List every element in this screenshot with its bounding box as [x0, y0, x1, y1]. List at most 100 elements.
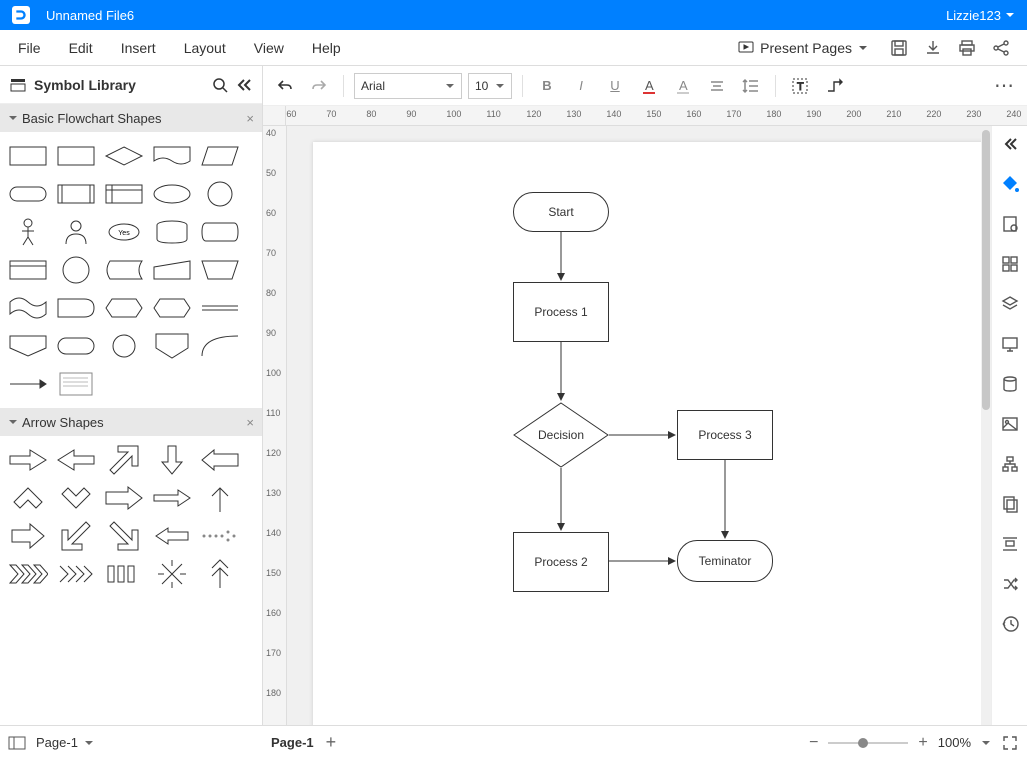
- shape-arrow-left-wide[interactable]: [198, 444, 242, 476]
- shape-arrow-right[interactable]: [6, 444, 50, 476]
- shape-arrow-block-right[interactable]: [6, 520, 50, 552]
- tree-icon[interactable]: [998, 452, 1022, 476]
- menu-help[interactable]: Help: [298, 30, 355, 66]
- present-pages-button[interactable]: Present Pages: [729, 35, 877, 61]
- undo-button[interactable]: [271, 72, 299, 100]
- shuffle-icon[interactable]: [998, 572, 1022, 596]
- shape-arrow-small[interactable]: [6, 368, 50, 400]
- shape-process[interactable]: [6, 140, 50, 172]
- more-options-button[interactable]: ⋯: [991, 72, 1019, 100]
- panel-arrow-shapes[interactable]: Arrow Shapes ×: [0, 408, 262, 436]
- shape-predefined[interactable]: [54, 178, 98, 210]
- align-button[interactable]: [703, 72, 731, 100]
- bold-button[interactable]: B: [533, 72, 561, 100]
- zoom-in-button[interactable]: +: [918, 734, 927, 752]
- shape-manual-input[interactable]: [150, 254, 194, 286]
- line-spacing-button[interactable]: [737, 72, 765, 100]
- shape-arrow-down[interactable]: [150, 444, 194, 476]
- presentation-icon[interactable]: [998, 332, 1022, 356]
- shape-arrow-downright[interactable]: [102, 520, 146, 552]
- shape-stripes-right[interactable]: [54, 558, 98, 590]
- menu-insert[interactable]: Insert: [107, 30, 170, 66]
- collapse-sidebar-icon[interactable]: [236, 77, 252, 93]
- shape-yes-label[interactable]: Yes: [102, 216, 146, 248]
- shape-database[interactable]: [150, 216, 194, 248]
- shape-ellipse[interactable]: [150, 178, 194, 210]
- shape-manual-op[interactable]: [198, 254, 242, 286]
- shape-document[interactable]: [150, 140, 194, 172]
- shape-connector-line[interactable]: [198, 292, 242, 324]
- shape-circle[interactable]: [198, 178, 242, 210]
- shape-bars[interactable]: [102, 558, 146, 590]
- layers-icon[interactable]: [998, 292, 1022, 316]
- font-color-button[interactable]: A: [635, 72, 663, 100]
- shape-arrow-left[interactable]: [54, 444, 98, 476]
- share-icon[interactable]: [989, 36, 1013, 60]
- canvas-scrollbar[interactable]: [981, 126, 991, 725]
- outline-icon[interactable]: [8, 736, 26, 750]
- align-distribute-icon[interactable]: [998, 532, 1022, 556]
- shape-internal-storage[interactable]: [102, 178, 146, 210]
- page-select[interactable]: Page-1: [36, 735, 94, 750]
- app-logo-icon[interactable]: [12, 6, 30, 24]
- shape-preparation[interactable]: [102, 292, 146, 324]
- user-menu[interactable]: Lizzie123: [946, 8, 1015, 23]
- shape-arrow-right-thin[interactable]: [150, 482, 194, 514]
- text-tool-button[interactable]: T: [786, 72, 814, 100]
- page-setup-icon[interactable]: [998, 212, 1022, 236]
- add-page-button[interactable]: +: [326, 732, 337, 753]
- shape-dotted-arrow[interactable]: [198, 520, 242, 552]
- shape-arrow-downleft[interactable]: [54, 520, 98, 552]
- zoom-slider[interactable]: [828, 742, 908, 744]
- canvas-page[interactable]: Start Process 1 Decision Process 3 Proce…: [313, 142, 981, 725]
- fill-tool-icon[interactable]: [998, 172, 1022, 196]
- history-icon[interactable]: [998, 612, 1022, 636]
- highlight-button[interactable]: A: [669, 72, 697, 100]
- fullscreen-icon[interactable]: [1001, 734, 1019, 752]
- shape-display[interactable]: [198, 216, 242, 248]
- shape-offpage[interactable]: [6, 330, 50, 362]
- data-icon[interactable]: [998, 372, 1022, 396]
- canvas-area[interactable]: Start Process 1 Decision Process 3 Proce…: [287, 126, 981, 725]
- download-icon[interactable]: [921, 36, 945, 60]
- search-icon[interactable]: [212, 77, 228, 93]
- shape-note[interactable]: [54, 368, 98, 400]
- shape-connector[interactable]: [102, 330, 146, 362]
- page-tab[interactable]: Page-1: [271, 735, 314, 750]
- shape-arrow-upright[interactable]: [102, 444, 146, 476]
- shape-arrow-left-outline[interactable]: [150, 520, 194, 552]
- redo-button[interactable]: [305, 72, 333, 100]
- panel-basic-flowchart[interactable]: Basic Flowchart Shapes ×: [0, 104, 262, 132]
- shape-rounded[interactable]: [54, 330, 98, 362]
- shape-delay[interactable]: [54, 292, 98, 324]
- shape-arrow-double-up[interactable]: [198, 558, 242, 590]
- connector-tool-button[interactable]: [820, 72, 848, 100]
- shape-hexagon[interactable]: [150, 292, 194, 324]
- save-icon[interactable]: [887, 36, 911, 60]
- clipboard-icon[interactable]: [998, 492, 1022, 516]
- shape-arrow-right-wide[interactable]: [102, 482, 146, 514]
- font-size-select[interactable]: 10: [468, 73, 512, 99]
- shape-circle[interactable]: [54, 254, 98, 286]
- close-icon[interactable]: ×: [246, 111, 254, 126]
- underline-button[interactable]: U: [601, 72, 629, 100]
- shape-chevron-down[interactable]: [54, 482, 98, 514]
- print-icon[interactable]: [955, 36, 979, 60]
- image-icon[interactable]: [998, 412, 1022, 436]
- shape-offpage-connector[interactable]: [150, 330, 194, 362]
- font-family-select[interactable]: Arial: [354, 73, 462, 99]
- shape-stored-data[interactable]: [102, 254, 146, 286]
- shape-decision[interactable]: [102, 140, 146, 172]
- shape-arrow-up[interactable]: [198, 482, 242, 514]
- shape-tape[interactable]: [6, 292, 50, 324]
- menu-file[interactable]: File: [4, 30, 55, 66]
- shape-actor[interactable]: [6, 216, 50, 248]
- expand-panel-icon[interactable]: [992, 132, 1027, 156]
- zoom-out-button[interactable]: −: [809, 734, 818, 752]
- shape-arrow-cross[interactable]: [150, 558, 194, 590]
- menu-layout[interactable]: Layout: [170, 30, 240, 66]
- grid-icon[interactable]: [998, 252, 1022, 276]
- chevron-down-icon[interactable]: [981, 738, 991, 748]
- shape-data[interactable]: [198, 140, 242, 172]
- shape-process[interactable]: [54, 140, 98, 172]
